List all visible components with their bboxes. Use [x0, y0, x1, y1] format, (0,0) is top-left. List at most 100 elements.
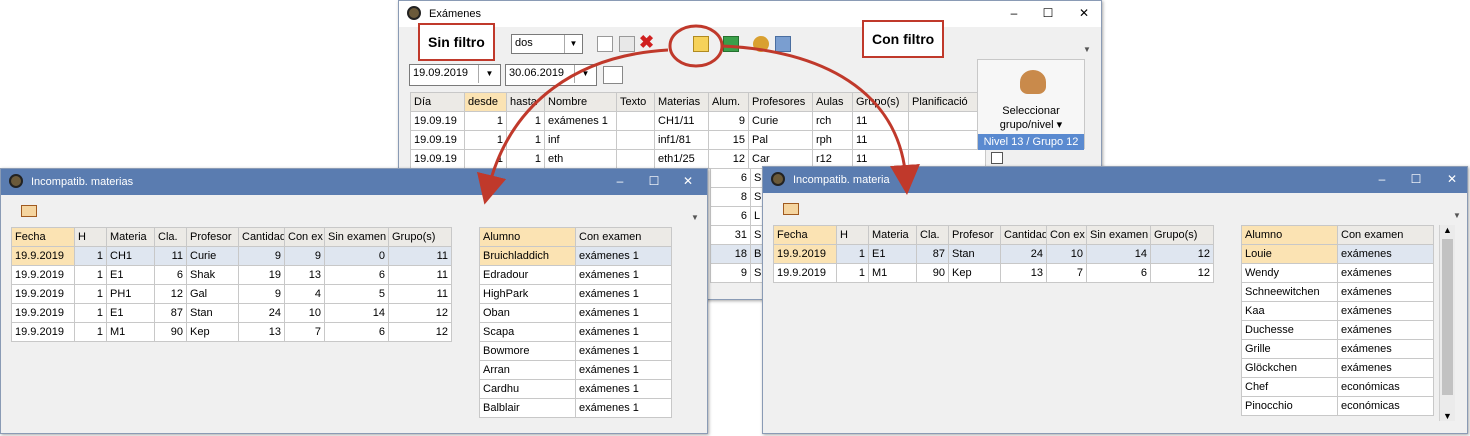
col-fecha[interactable]: Fecha [773, 225, 837, 245]
col-con-examen[interactable]: Con examen [575, 227, 672, 247]
col-con-ex[interactable]: Con ex [284, 227, 325, 247]
col-aulas[interactable]: Aulas [812, 92, 853, 112]
list-item[interactable]: Bruichladdich exámenes 1 [479, 246, 672, 266]
col-alum[interactable]: Alum. [708, 92, 749, 112]
minimize-icon[interactable]: – [1373, 171, 1391, 187]
col-hasta[interactable]: hasta [506, 92, 545, 112]
col-h[interactable]: H [74, 227, 107, 247]
table-row[interactable]: 19.9.2019 1 M1 90 Kep 13 7 6 12 [773, 263, 1214, 283]
right-students-table: Alumno Con examen Louie exámenes Wendy exá… [1241, 225, 1434, 416]
students-scrollbar[interactable]: ▲ ▼ [1439, 225, 1455, 421]
table-row[interactable]: 19.9.2019 1 PH1 12 Gal 9 4 5 11 [11, 284, 452, 304]
toolbar-overflow-icon[interactable]: ▼ [1083, 45, 1091, 54]
col-cantidad[interactable]: Cantidad [1000, 225, 1047, 245]
table-row[interactable]: 19.9.2019 1 M1 90 Kep 13 7 6 12 [11, 322, 452, 342]
maximize-icon[interactable]: ☐ [1039, 5, 1057, 21]
calendar-icon[interactable]: ▼ [478, 65, 500, 83]
col-alumno[interactable]: Alumno [479, 227, 576, 247]
col-materia[interactable]: Materia [868, 225, 917, 245]
date-to-field[interactable]: 30.06.2019 ▼ [505, 64, 597, 86]
list-item[interactable]: Cardhu exámenes 1 [479, 379, 672, 399]
export-icon[interactable] [21, 205, 37, 217]
planificacion-checkbox[interactable] [991, 152, 1003, 164]
grid-icon[interactable] [603, 66, 623, 84]
col-con-ex[interactable]: Con ex [1046, 225, 1087, 245]
toolbar-overflow-icon[interactable]: ▼ [691, 213, 699, 222]
scroll-down-icon[interactable]: ▼ [1443, 411, 1452, 421]
table-row[interactable]: 19.9.2019 1 CH1 11 Curie 9 9 0 11 [11, 246, 452, 266]
col-profesor[interactable]: Profesor [186, 227, 239, 247]
sin-filtro-callout: Sin filtro [418, 23, 495, 61]
list-item[interactable]: Wendy exámenes [1241, 263, 1434, 283]
col-sin-examen[interactable]: Sin examen [1086, 225, 1151, 245]
new-icon[interactable] [597, 36, 613, 52]
table-row[interactable]: 19.9.2019 1 E1 87 Stan 24 10 14 12 [773, 244, 1214, 264]
col-materias[interactable]: Materias [654, 92, 709, 112]
minimize-icon[interactable]: – [1005, 5, 1023, 21]
print-icon[interactable] [775, 36, 791, 52]
col-grupos[interactable]: Grupo(s) [388, 227, 452, 247]
list-item[interactable]: Grille exámenes [1241, 339, 1434, 359]
list-item[interactable]: Glöckchen exámenes [1241, 358, 1434, 378]
list-item[interactable]: Bowmore exámenes 1 [479, 341, 672, 361]
view-combo[interactable]: dos ▼ [511, 34, 583, 54]
col-texto[interactable]: Texto [616, 92, 655, 112]
scroll-thumb[interactable] [1442, 239, 1453, 395]
maximize-icon[interactable]: ☐ [645, 173, 663, 189]
left-students-header: Alumno Con examen [479, 227, 672, 247]
select-group-panel[interactable]: Seleccionar grupo/nivel ▾ Nivel 13 / Gru… [977, 59, 1085, 150]
add-icon[interactable] [723, 36, 739, 52]
select-group-dropdown[interactable]: grupo/nivel ▾ [978, 118, 1084, 132]
date-from-field[interactable]: 19.09.2019 ▼ [409, 64, 501, 86]
list-item[interactable]: Arran exámenes 1 [479, 360, 672, 380]
col-grupos[interactable]: Grupo(s) [852, 92, 909, 112]
filter-icon[interactable] [693, 36, 709, 52]
list-item[interactable]: Kaa exámenes [1241, 301, 1434, 321]
col-sin-examen[interactable]: Sin examen [324, 227, 389, 247]
close-icon[interactable]: ✕ [679, 173, 697, 189]
list-item[interactable]: Duchesse exámenes [1241, 320, 1434, 340]
list-item[interactable]: Louie exámenes [1241, 244, 1434, 264]
col-cla[interactable]: Cla. [154, 227, 187, 247]
table-row[interactable]: 19.9.2019 1 E1 87 Stan 24 10 14 12 [11, 303, 452, 323]
col-cantidad[interactable]: Cantidad [238, 227, 285, 247]
export-icon[interactable] [783, 203, 799, 215]
col-fecha[interactable]: Fecha [11, 227, 75, 247]
calendar-icon[interactable]: ▼ [574, 65, 596, 83]
close-icon[interactable]: ✕ [1443, 171, 1461, 187]
settings-icon[interactable] [753, 36, 769, 52]
list-item[interactable]: HighPark exámenes 1 [479, 284, 672, 304]
list-item[interactable]: Scapa exámenes 1 [479, 322, 672, 342]
table-row[interactable]: 19.09.19 1 1 exámenes 1 CH1/11 9 Curie r… [410, 111, 986, 131]
maximize-icon[interactable]: ☐ [1407, 171, 1425, 187]
delete-icon[interactable]: ✖ [639, 33, 655, 51]
col-profesores[interactable]: Profesores [748, 92, 813, 112]
toolbar-overflow-icon[interactable]: ▼ [1453, 211, 1461, 220]
col-nombre[interactable]: Nombre [544, 92, 617, 112]
list-item[interactable]: Schneewitchen exámenes [1241, 282, 1434, 302]
list-item[interactable]: Balblair exámenes 1 [479, 398, 672, 418]
copy-icon[interactable] [619, 36, 635, 52]
list-item[interactable]: Oban exámenes 1 [479, 303, 672, 323]
col-desde[interactable]: desde [464, 92, 507, 112]
col-h[interactable]: H [836, 225, 869, 245]
col-con-examen[interactable]: Con examen [1337, 225, 1434, 245]
table-row[interactable]: 19.9.2019 1 E1 6 Shak 19 13 6 11 [11, 265, 452, 285]
window-app-icon [407, 6, 421, 20]
list-item[interactable]: Pinocchio económicas [1241, 396, 1434, 416]
list-item[interactable]: Edradour exámenes 1 [479, 265, 672, 285]
table-row[interactable]: 19.09.19 1 1 inf inf1/81 15 Pal rph 11 [410, 130, 986, 150]
col-planificacion[interactable]: Planificació [908, 92, 986, 112]
col-dia[interactable]: Día [410, 92, 465, 112]
col-materia[interactable]: Materia [106, 227, 155, 247]
close-icon[interactable]: ✕ [1075, 5, 1093, 21]
col-profesor[interactable]: Profesor [948, 225, 1001, 245]
chevron-down-icon[interactable]: ▼ [564, 35, 582, 53]
scroll-up-icon[interactable]: ▲ [1443, 225, 1452, 235]
col-grupos[interactable]: Grupo(s) [1150, 225, 1214, 245]
minimize-icon[interactable]: – [611, 173, 629, 189]
col-cla[interactable]: Cla. [916, 225, 949, 245]
list-item[interactable]: Chef económicas [1241, 377, 1434, 397]
select-group-icon [1020, 70, 1046, 94]
col-alumno[interactable]: Alumno [1241, 225, 1338, 245]
